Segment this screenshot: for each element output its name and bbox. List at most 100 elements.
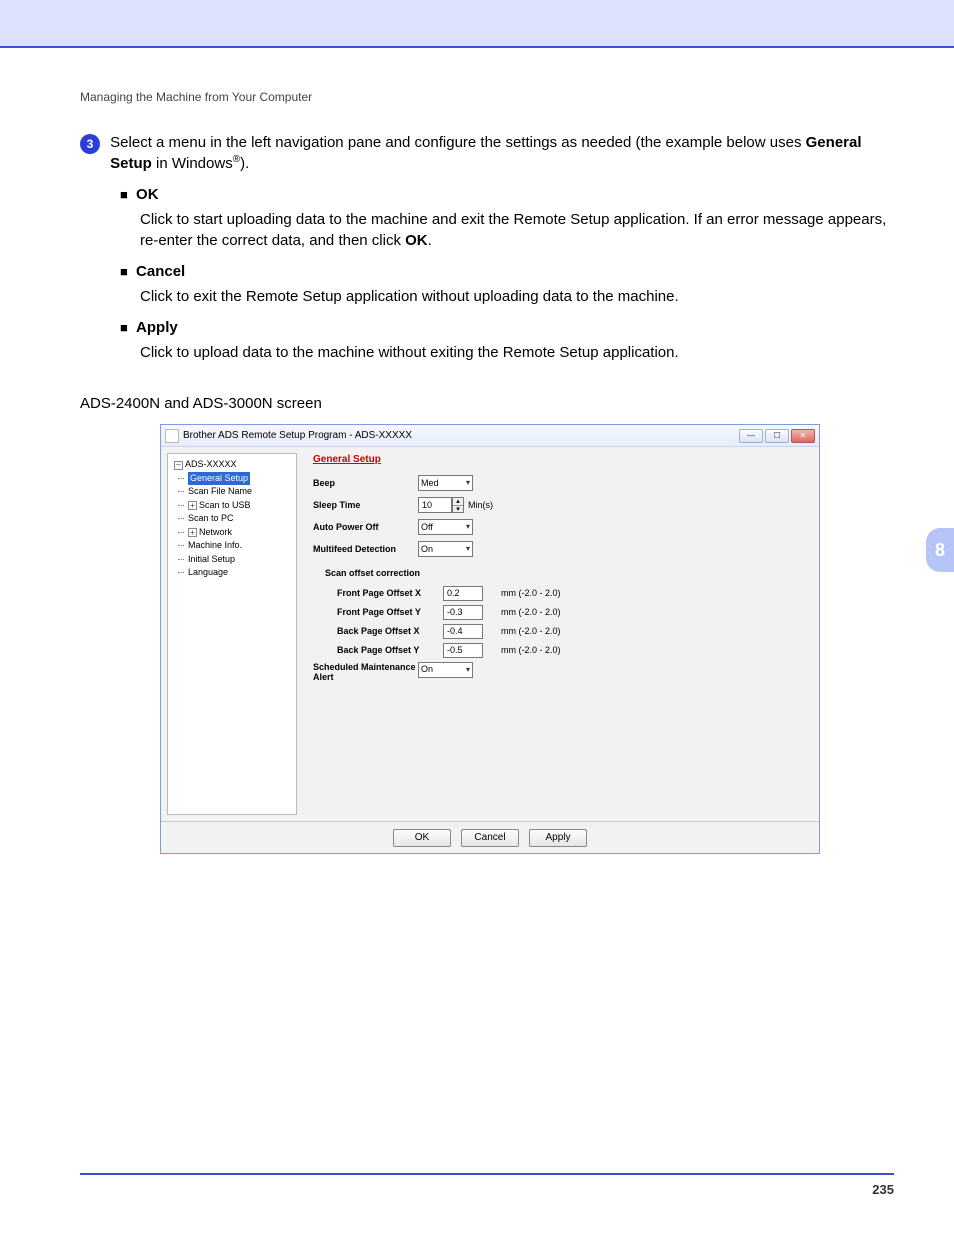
desc-a: Click to start uploading data to the mac… bbox=[140, 211, 886, 249]
close-button[interactable]: ✕ bbox=[791, 429, 815, 443]
item-apply-desc: Click to upload data to the machine with… bbox=[140, 342, 894, 363]
chapter-tab: 8 bbox=[926, 528, 954, 572]
select-beep[interactable]: Med bbox=[418, 475, 473, 491]
item-label: OK bbox=[136, 186, 159, 203]
footer-rule bbox=[80, 1173, 894, 1175]
offset-label: Back Page Offset X bbox=[313, 625, 443, 638]
offset-row: Front Page Offset X0.2 mm (-2.0 - 2.0) bbox=[313, 586, 809, 601]
select-sched[interactable]: On bbox=[418, 662, 473, 678]
bullet-icon: ■ bbox=[120, 320, 128, 335]
window-body: –ADS-XXXXX General SetupScan File Name+S… bbox=[161, 447, 819, 821]
item-ok: ■ OK bbox=[120, 184, 894, 205]
bullet-icon: ■ bbox=[120, 187, 128, 202]
minimize-button[interactable]: — bbox=[739, 429, 763, 443]
select-beep-value: Med bbox=[421, 477, 439, 490]
ok-button[interactable]: OK bbox=[393, 829, 451, 847]
label-beep: Beep bbox=[313, 477, 418, 490]
step-b: in Windows bbox=[152, 155, 233, 172]
label-sched: Scheduled Maintenance Alert bbox=[313, 662, 418, 684]
item-label: Cancel bbox=[136, 263, 185, 280]
row-autooff: Auto Power Off Off bbox=[313, 519, 809, 535]
step-sup: ® bbox=[233, 154, 240, 165]
settings-panel: General Setup Beep Med Sleep Time 10 ▴▾ … bbox=[303, 447, 819, 821]
tree-item[interactable]: Scan File Name bbox=[170, 485, 294, 499]
app-icon bbox=[165, 429, 179, 443]
item-ok-desc: Click to start uploading data to the mac… bbox=[140, 209, 894, 251]
step-badge: 3 bbox=[80, 134, 100, 154]
nav-tree[interactable]: –ADS-XXXXX General SetupScan File Name+S… bbox=[167, 453, 297, 815]
offset-label: Back Page Offset Y bbox=[313, 644, 443, 657]
tree-item[interactable]: Initial Setup bbox=[170, 553, 294, 567]
offset-range: mm (-2.0 - 2.0) bbox=[501, 587, 561, 600]
tree-item[interactable]: Language bbox=[170, 566, 294, 580]
breadcrumb: Managing the Machine from Your Computer bbox=[80, 90, 312, 104]
label-autooff: Auto Power Off bbox=[313, 521, 418, 534]
select-autooff[interactable]: Off bbox=[418, 519, 473, 535]
button-row: OK Cancel Apply bbox=[161, 821, 819, 853]
offset-row: Front Page Offset Y-0.3 mm (-2.0 - 2.0) bbox=[313, 605, 809, 620]
select-multifeed[interactable]: On bbox=[418, 541, 473, 557]
offset-row: Back Page Offset X-0.4mm (-2.0 - 2.0) bbox=[313, 624, 809, 639]
offset-input[interactable]: -0.5 bbox=[443, 643, 483, 658]
label-sleep: Sleep Time bbox=[313, 499, 418, 512]
remote-setup-window: Brother ADS Remote Setup Program - ADS-X… bbox=[160, 424, 820, 854]
bullet-icon: ■ bbox=[120, 264, 128, 279]
screen-label: ADS-2400N and ADS-3000N screen bbox=[80, 393, 894, 414]
item-cancel: ■ Cancel bbox=[120, 261, 894, 282]
tree-item[interactable]: Machine Info. bbox=[170, 539, 294, 553]
item-cancel-desc: Click to exit the Remote Setup applicati… bbox=[140, 286, 894, 307]
tree-item-label: Scan File Name bbox=[188, 486, 252, 496]
row-sched: Scheduled Maintenance Alert On bbox=[313, 662, 809, 684]
offset-row: Back Page Offset Y-0.5 mm (-2.0 - 2.0) bbox=[313, 643, 809, 658]
step-text: Select a menu in the left navigation pan… bbox=[110, 132, 880, 174]
cancel-button[interactable]: Cancel bbox=[461, 829, 519, 847]
item-label: Apply bbox=[136, 319, 178, 336]
select-sched-value: On bbox=[421, 663, 433, 676]
tree-item[interactable]: +Scan to USB bbox=[170, 499, 294, 513]
panel-title: General Setup bbox=[313, 453, 809, 467]
row-multifeed: Multifeed Detection On bbox=[313, 541, 809, 557]
offset-label: Front Page Offset Y bbox=[313, 606, 443, 619]
tree-item-label: Language bbox=[188, 567, 228, 577]
page-number: 235 bbox=[872, 1182, 894, 1197]
tree-item-label: Network bbox=[199, 527, 232, 537]
tree-item-label: Scan to USB bbox=[199, 500, 251, 510]
tree-item[interactable]: General Setup bbox=[170, 472, 294, 486]
desc-bold: OK bbox=[405, 232, 428, 249]
tree-item[interactable]: +Network bbox=[170, 526, 294, 540]
maximize-button[interactable]: ☐ bbox=[765, 429, 789, 443]
input-sleep[interactable]: 10 bbox=[418, 497, 452, 513]
tree-item[interactable]: Scan to PC bbox=[170, 512, 294, 526]
collapse-icon[interactable]: – bbox=[174, 461, 183, 470]
step-a: Select a menu in the left navigation pan… bbox=[110, 134, 805, 151]
offset-range: mm (-2.0 - 2.0) bbox=[501, 606, 561, 619]
row-sleep: Sleep Time 10 ▴▾ Min(s) bbox=[313, 497, 809, 513]
offset-range: mm (-2.0 - 2.0) bbox=[501, 644, 561, 657]
row-beep: Beep Med bbox=[313, 475, 809, 491]
expand-icon[interactable]: + bbox=[188, 501, 197, 510]
tree-item-label: Scan to PC bbox=[188, 513, 234, 523]
offset-label: Front Page Offset X bbox=[313, 587, 443, 600]
offset-input[interactable]: 0.2 bbox=[443, 586, 483, 601]
tree-root-label: ADS-XXXXX bbox=[185, 459, 237, 469]
step-c: ). bbox=[240, 155, 249, 172]
spinner-sleep[interactable]: ▴▾ bbox=[452, 497, 464, 513]
item-apply: ■ Apply bbox=[120, 317, 894, 338]
unit-sleep: Min(s) bbox=[468, 499, 493, 512]
titlebar: Brother ADS Remote Setup Program - ADS-X… bbox=[161, 425, 819, 447]
content-area: 3 Select a menu in the left navigation p… bbox=[80, 132, 894, 854]
select-autooff-value: Off bbox=[421, 521, 433, 534]
offset-input[interactable]: -0.3 bbox=[443, 605, 483, 620]
step-3: 3 Select a menu in the left navigation p… bbox=[80, 132, 894, 174]
offset-section: Scan offset correction bbox=[325, 567, 809, 580]
apply-button[interactable]: Apply bbox=[529, 829, 587, 847]
offset-input[interactable]: -0.4 bbox=[443, 624, 483, 639]
window-title: Brother ADS Remote Setup Program - ADS-X… bbox=[183, 429, 412, 443]
tree-root[interactable]: –ADS-XXXXX bbox=[170, 458, 294, 472]
tree-item-label: Machine Info. bbox=[188, 540, 242, 550]
select-multifeed-value: On bbox=[421, 543, 433, 556]
header-band bbox=[0, 0, 954, 48]
expand-icon[interactable]: + bbox=[188, 528, 197, 537]
window-buttons: — ☐ ✕ bbox=[739, 429, 815, 443]
desc-b: . bbox=[428, 232, 432, 249]
